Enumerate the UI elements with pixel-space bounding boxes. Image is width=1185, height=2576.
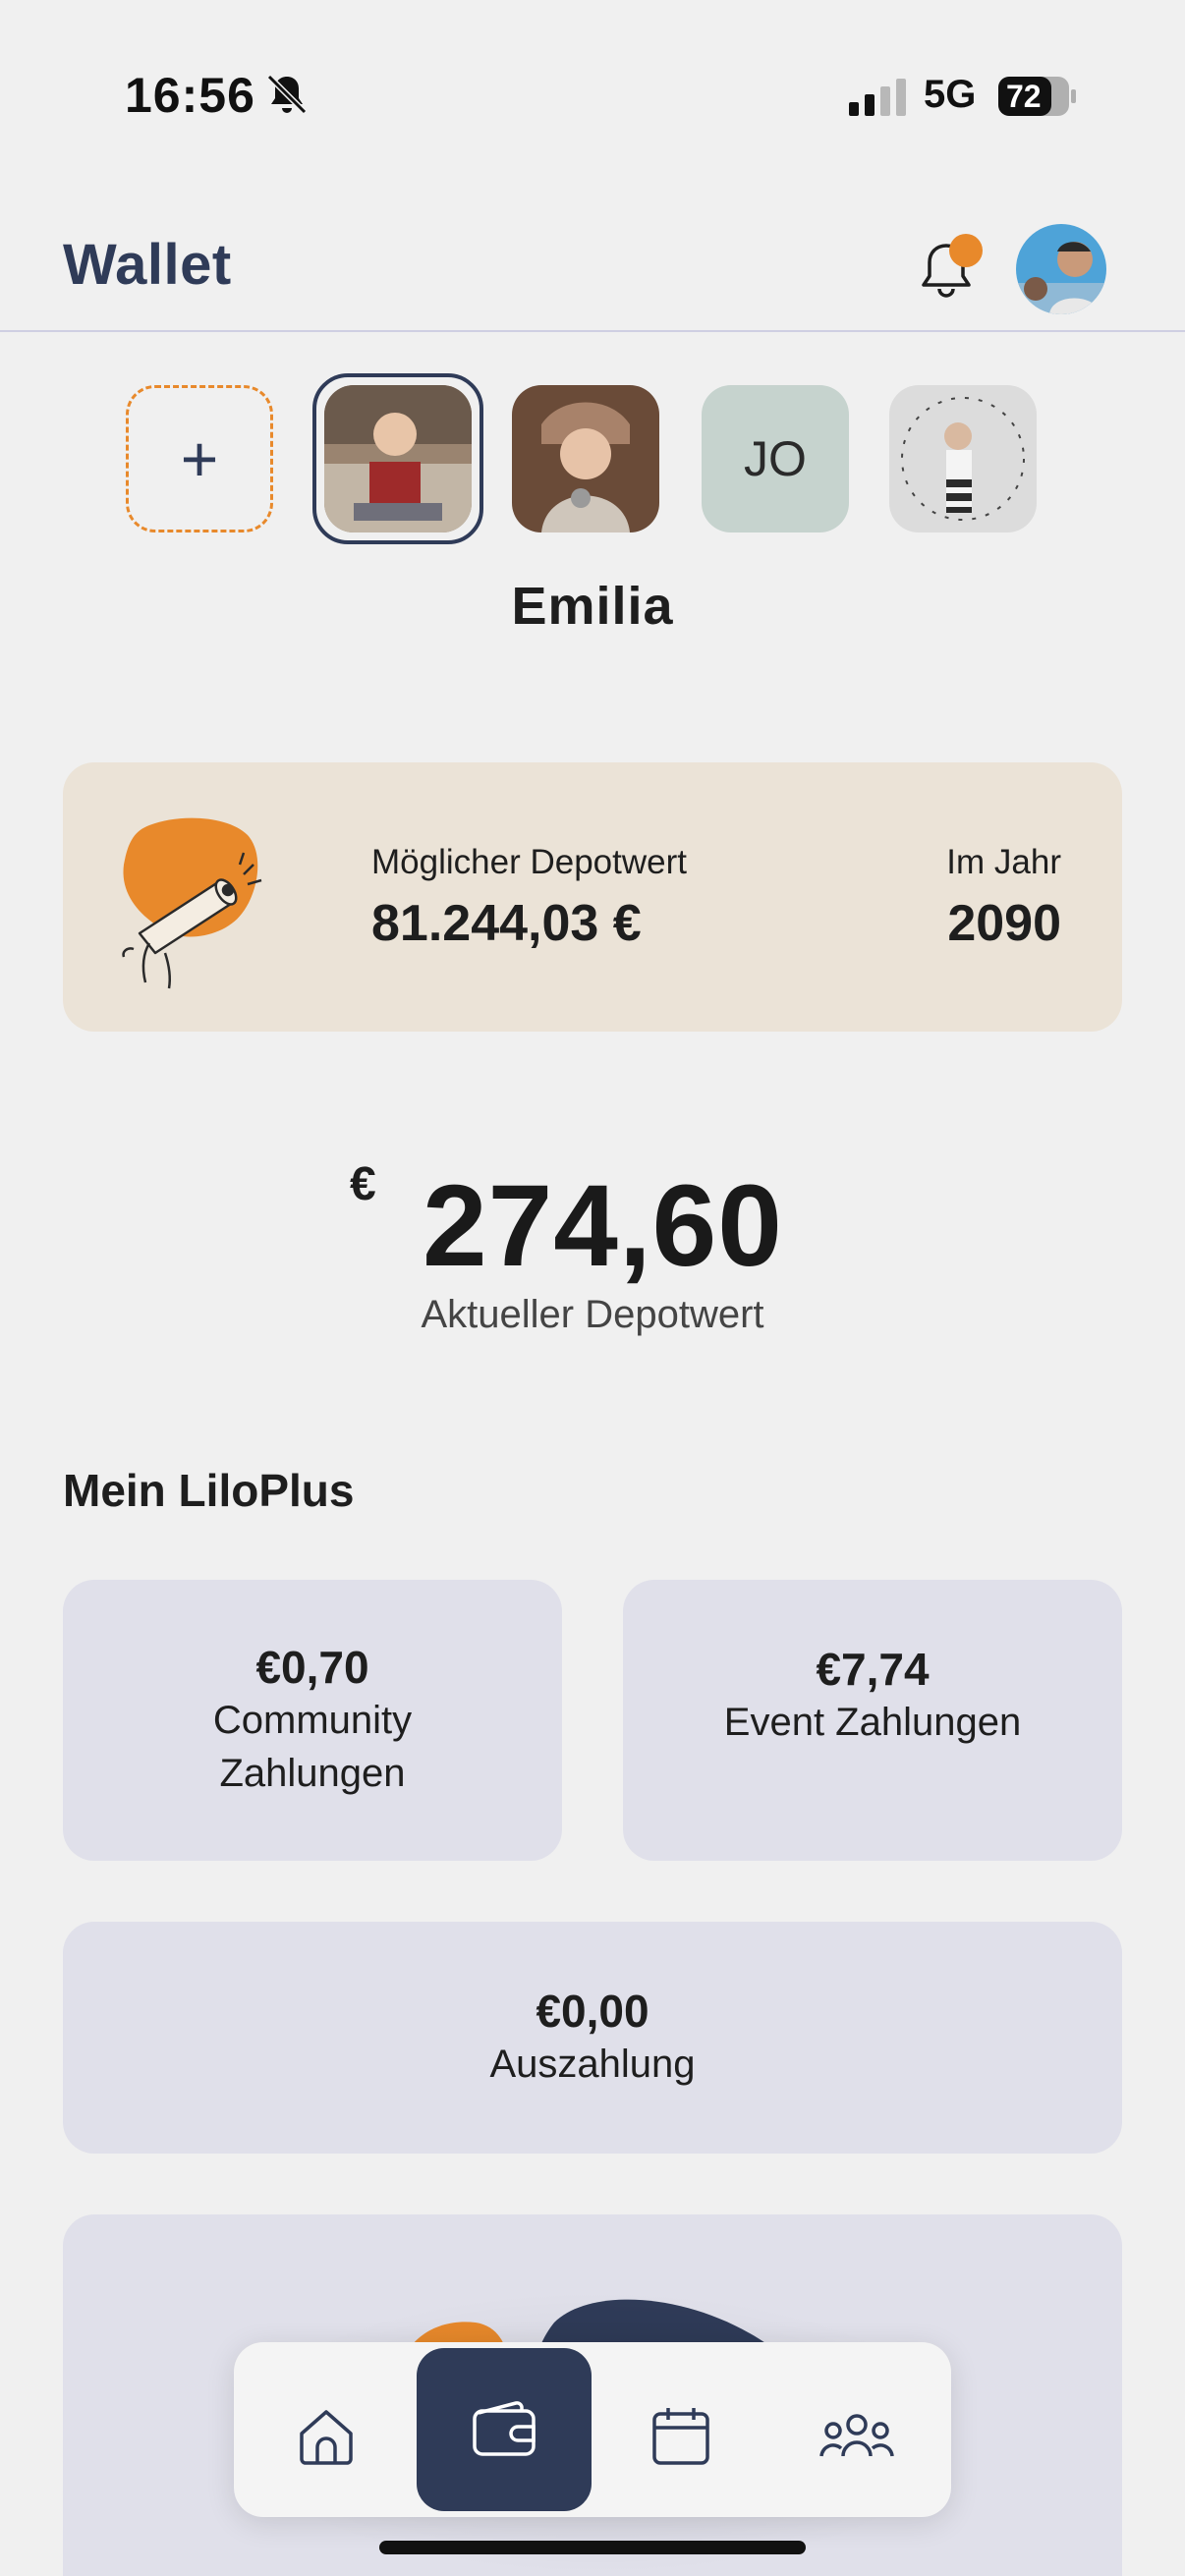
projection-year-label: Im Jahr [946, 843, 1061, 881]
page-title: Wallet [63, 233, 232, 297]
community-payments-label-2: Zahlungen [219, 1752, 406, 1795]
currency-symbol: € [350, 1158, 376, 1210]
selected-child-name: Emilia [511, 577, 674, 636]
community-icon [819, 2414, 894, 2457]
child-initials: JO [744, 431, 807, 486]
current-depot-label: Aktueller Depotwert [421, 1293, 764, 1336]
community-payments-value: €0,70 [255, 1642, 369, 1693]
payout-label: Auszahlung [489, 2043, 696, 2086]
add-child-button[interactable]: + [126, 385, 273, 532]
child-avatar-initials[interactable]: JO [702, 385, 849, 532]
current-depot-value: 274,60 [423, 1161, 783, 1291]
child-avatar-emilia[interactable] [324, 385, 472, 532]
event-payments-value: €7,74 [816, 1644, 930, 1695]
bell-slash-icon [266, 74, 308, 115]
signal-icon [849, 79, 906, 116]
nav-community[interactable] [768, 2358, 945, 2515]
home-indicator[interactable] [379, 2541, 806, 2554]
home-icon [300, 2410, 353, 2465]
payout-value: €0,00 [536, 1986, 649, 2037]
nav-wallet[interactable] [417, 2348, 592, 2511]
calendar-icon [652, 2408, 709, 2465]
header-divider [0, 330, 1185, 332]
projection-year: 2090 [947, 895, 1061, 952]
child-avatar-4[interactable] [889, 385, 1037, 532]
projection-value: 81.244,03 € [371, 895, 642, 952]
community-payments-label-1: Community [212, 1699, 413, 1742]
event-payments-card[interactable]: €7,74 Event Zahlungen [623, 1580, 1122, 1861]
payout-card[interactable]: €0,00 Auszahlung [63, 1922, 1122, 2154]
network-label: 5G [924, 73, 977, 116]
community-payments-card[interactable]: €0,70 Community Zahlungen [63, 1580, 562, 1861]
projection-label: Möglicher Depotwert [371, 843, 687, 881]
nav-home[interactable] [238, 2358, 415, 2515]
wallet-icon [473, 2401, 536, 2456]
battery-icon: 72 [998, 77, 1077, 116]
lilo-plus-title: Mein LiloPlus [63, 1465, 355, 1516]
event-payments-label: Event Zahlungen [723, 1701, 1022, 1744]
child-avatar-2[interactable] [512, 385, 659, 532]
nav-calendar[interactable] [592, 2358, 769, 2515]
notification-badge [949, 234, 983, 267]
status-time: 16:56 [125, 68, 255, 123]
telescope-illustration [122, 817, 262, 989]
user-avatar[interactable] [1016, 224, 1106, 314]
battery-level: 72 [1006, 79, 1042, 114]
plus-icon: + [180, 422, 219, 495]
